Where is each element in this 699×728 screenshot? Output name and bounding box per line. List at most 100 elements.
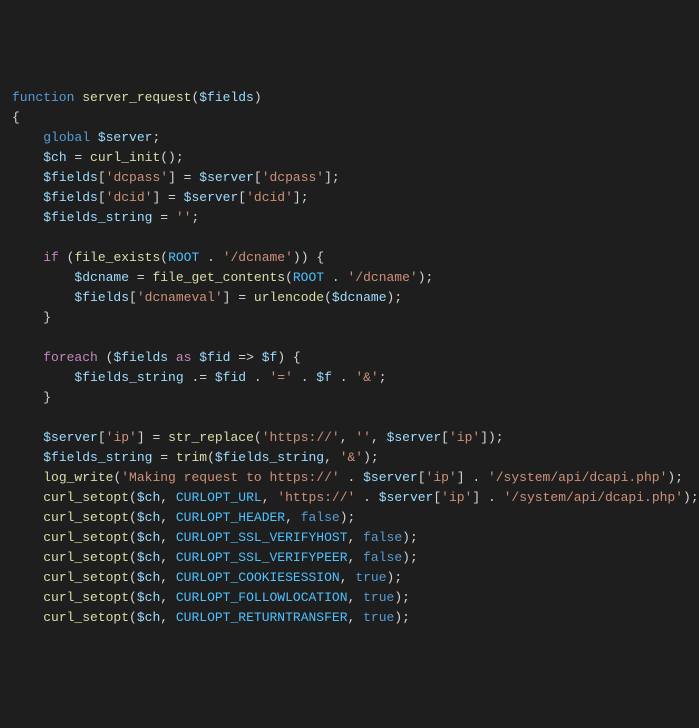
token-punct: , [348,610,364,625]
token-punct: [ [98,170,106,185]
code-line[interactable]: $ch = curl_init(); [12,148,687,168]
code-line[interactable]: $fields_string .= $fid . '=' . $f . '&'; [12,368,687,388]
token-variable: $ch [137,530,160,545]
token-variable: $dcname [74,270,129,285]
code-line[interactable]: log_write('Making request to https://' .… [12,468,687,488]
code-line[interactable] [12,408,687,428]
token-function: curl_setopt [43,550,129,565]
token-string: '&' [340,450,363,465]
token-keyword-control: foreach [43,350,105,365]
code-line[interactable]: } [12,388,687,408]
token-punct: ); [387,290,403,305]
token-punct: ; [152,130,160,145]
code-line[interactable] [12,228,687,248]
token-punct: ]; [293,190,309,205]
code-line[interactable]: curl_setopt($ch, CURLOPT_SSL_VERIFYHOST,… [12,528,687,548]
token-punct [12,510,43,525]
token-punct: , [371,430,387,445]
token-punct: ( [129,510,137,525]
token-constant: CURLOPT_HEADER [176,510,285,525]
token-punct: , [160,490,176,505]
token-punct: , [285,510,301,525]
token-function: curl_setopt [43,590,129,605]
code-line[interactable]: $fields_string = ''; [12,208,687,228]
code-line[interactable]: if (file_exists(ROOT . '/dcname')) { [12,248,687,268]
token-function: curl_setopt [43,610,129,625]
token-punct: } [12,390,51,405]
token-punct: [ [98,190,106,205]
token-punct: , [160,570,176,585]
code-line[interactable]: $dcname = file_get_contents(ROOT . '/dcn… [12,268,687,288]
token-punct: , [324,450,340,465]
token-punct [12,250,43,265]
token-punct: ( [129,550,137,565]
token-string: 'dcnameval' [137,290,223,305]
token-variable: $fields [74,290,129,305]
token-punct: ; [191,210,199,225]
code-line[interactable]: function server_request($fields) [12,88,687,108]
token-string: '/system/api/dcapi.php' [504,490,683,505]
token-function: str_replace [168,430,254,445]
token-variable: $fid [215,370,246,385]
token-punct [12,170,43,185]
code-line[interactable]: global $server; [12,128,687,148]
token-operator: .= [184,370,215,385]
token-string: 'dcid' [246,190,293,205]
token-punct [12,470,43,485]
token-string: '&' [355,370,378,385]
code-line[interactable]: $fields['dcid'] = $server['dcid']; [12,188,687,208]
token-variable: $fields_string [43,450,152,465]
token-punct [12,590,43,605]
code-line[interactable]: $server['ip'] = str_replace('https://', … [12,428,687,448]
token-constant: CURLOPT_SSL_VERIFYPEER [176,550,348,565]
token-punct: ( [129,610,137,625]
token-punct: ); [387,570,403,585]
token-variable: $server [184,190,239,205]
code-line[interactable]: } [12,308,687,328]
token-punct: ; [379,370,387,385]
code-line[interactable]: curl_setopt($ch, CURLOPT_SSL_VERIFYPEER,… [12,548,687,568]
code-line[interactable]: $fields['dcnameval'] = urlencode($dcname… [12,288,687,308]
token-variable: $fields_string [74,370,183,385]
token-variable: $ch [137,610,160,625]
token-punct [12,370,74,385]
token-punct: ] = [223,290,254,305]
code-line[interactable]: foreach ($fields as $fid => $f) { [12,348,687,368]
token-variable: $server [98,130,153,145]
token-constant: CURLOPT_URL [176,490,262,505]
token-function: file_exists [74,250,160,265]
token-punct: ] . [457,470,488,485]
token-punct: ( [129,530,137,545]
code-line[interactable]: $fields_string = trim($fields_string, '&… [12,448,687,468]
token-punct: [ [238,190,246,205]
token-operator: = [152,210,175,225]
token-punct [12,490,43,505]
token-variable: $fid [199,350,230,365]
token-variable: $ch [137,490,160,505]
token-punct: ( [129,570,137,585]
token-string: '=' [269,370,292,385]
code-line[interactable]: $fields['dcpass'] = $server['dcpass']; [12,168,687,188]
token-variable: $server [199,170,254,185]
token-function: curl_setopt [43,510,129,525]
code-line[interactable]: curl_setopt($ch, CURLOPT_RETURNTRANSFER,… [12,608,687,628]
token-punct: ]); [480,430,503,445]
token-punct: , [348,550,364,565]
code-editor[interactable]: function server_request($fields){ global… [12,88,687,628]
token-operator: = [152,450,175,465]
code-line[interactable]: curl_setopt($ch, CURLOPT_FOLLOWLOCATION,… [12,588,687,608]
token-constant: ROOT [293,270,324,285]
code-line[interactable]: curl_setopt($ch, CURLOPT_COOKIESESSION, … [12,568,687,588]
code-line[interactable]: curl_setopt($ch, CURLOPT_URL, 'https://'… [12,488,687,508]
token-punct [12,450,43,465]
token-keyword-control: as [168,350,199,365]
token-string: '' [176,210,192,225]
token-punct: [ [433,490,441,505]
code-line[interactable]: { [12,108,687,128]
token-variable: $server [387,430,442,445]
code-line[interactable]: curl_setopt($ch, CURLOPT_HEADER, false); [12,508,687,528]
token-punct: , [160,550,176,565]
code-line[interactable] [12,328,687,348]
token-variable: $fields [43,170,98,185]
token-punct: ] = [152,190,183,205]
